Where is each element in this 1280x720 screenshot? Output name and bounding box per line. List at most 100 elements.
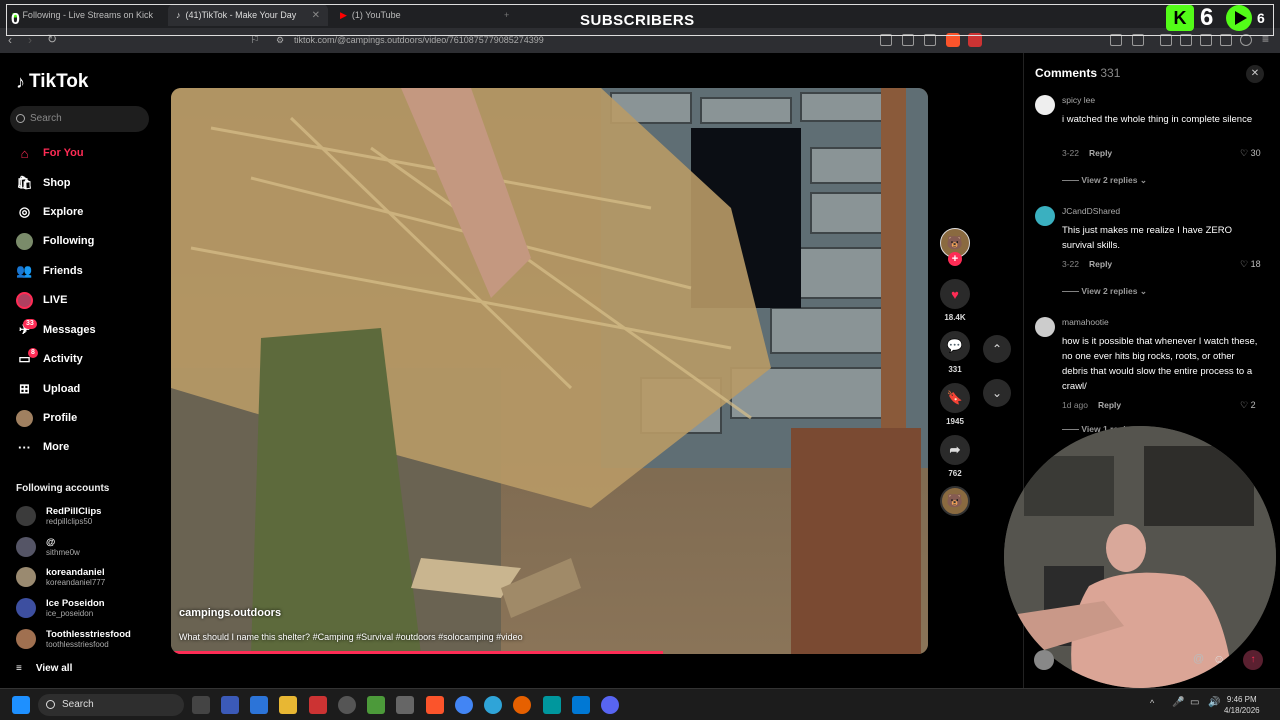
avatar [16, 567, 36, 587]
mention-icon[interactable]: @ [1193, 653, 1204, 665]
nav-activity[interactable]: ▭ Activity 8 [16, 348, 156, 370]
new-tab-button[interactable]: + [496, 4, 516, 26]
tray-chevron-icon[interactable]: ^ [1150, 698, 1154, 708]
app-icon[interactable] [309, 696, 327, 714]
download-icon[interactable] [1220, 34, 1232, 46]
app-icon[interactable] [396, 696, 414, 714]
video-author[interactable]: campings.outdoors [179, 607, 281, 619]
save-button[interactable]: 🔖 1945 [940, 383, 970, 426]
creator-avatar-button[interactable]: 🐻 + [940, 228, 970, 266]
emoji-icon[interactable]: ☺ [1213, 652, 1225, 666]
file-explorer-icon[interactable] [279, 696, 297, 714]
comment-like-button[interactable]: ♡ 2 [1240, 400, 1256, 411]
comment-user[interactable]: JCandDShared [1062, 206, 1120, 216]
avatar[interactable] [1035, 206, 1055, 226]
taskbar-search[interactable]: Search [38, 694, 184, 716]
app-icon[interactable] [250, 696, 268, 714]
reply-button[interactable]: Reply [1098, 400, 1121, 410]
previous-video-button[interactable]: ⌃ [983, 335, 1011, 363]
nav-for-you[interactable]: ⌂ For You [16, 142, 156, 164]
nav-friends[interactable]: 👥 Friends [16, 260, 156, 282]
app-icon[interactable] [221, 696, 239, 714]
tab-tiktok[interactable]: ♪ (41)TikTok - Make Your Day ✕ [168, 4, 328, 26]
url-field[interactable]: ⚙ tiktok.com/@campings.outdoors/video/76… [270, 32, 880, 49]
edge-icon[interactable] [484, 696, 502, 714]
video-progress-bar[interactable] [171, 651, 664, 654]
windows-start-icon[interactable] [12, 696, 30, 714]
microphone-icon[interactable]: 🎤 [1172, 697, 1184, 708]
brave-shield-icon[interactable] [946, 33, 960, 47]
account-item[interactable]: RedPillClips redpillclips50 [16, 503, 156, 529]
chrome-icon[interactable] [455, 696, 473, 714]
follow-plus-icon[interactable]: + [948, 252, 962, 266]
wallet-icon[interactable] [1132, 34, 1144, 46]
comment-button[interactable]: 💬 331 [940, 331, 970, 374]
comment-like-count: 30 [1250, 148, 1261, 158]
comment-like-button[interactable]: ♡ 18 [1240, 259, 1261, 270]
view-all-button[interactable]: ≡ View all [16, 663, 72, 674]
share-button[interactable]: ➦ 762 [940, 435, 970, 478]
avatar[interactable] [1035, 95, 1055, 115]
taskbar-clock[interactable]: 9:46 PM 4/18/2026 [1224, 694, 1260, 716]
like-button[interactable]: ♥ 18.4K [940, 279, 970, 322]
music-disc-button[interactable]: 🐻 [940, 486, 970, 520]
close-comments-button[interactable]: ✕ [1246, 65, 1264, 83]
puzzle-icon[interactable] [1110, 34, 1122, 46]
video-player[interactable]: campings.outdoors What should I name thi… [171, 88, 928, 654]
media-icon[interactable] [1160, 34, 1172, 46]
vpn-icon[interactable] [1240, 34, 1252, 46]
reload-icon[interactable]: ↻ [47, 32, 57, 46]
comment-like-button[interactable]: ♡ 30 [1240, 148, 1261, 159]
comment-user[interactable]: spicy lee [1062, 95, 1095, 105]
task-view-icon[interactable] [192, 696, 210, 714]
nav-upload[interactable]: ⊞ Upload [16, 378, 156, 400]
back-icon[interactable]: ‹ [8, 33, 12, 47]
app-icon[interactable] [367, 696, 385, 714]
tiktok-logo[interactable]: ♪ TikTok [16, 71, 88, 93]
extension-icon[interactable] [880, 34, 892, 46]
account-item[interactable]: Toothlesstriesfood toothlesstriesfood [16, 626, 156, 652]
forward-icon[interactable]: › [28, 33, 32, 47]
firefox-icon[interactable] [513, 696, 531, 714]
tab-youtube[interactable]: ▶ (1) YouTube [332, 4, 492, 26]
network-icon[interactable]: ▭ [1190, 697, 1199, 708]
comment-item: JCandDShared This just makes me realize … [1035, 206, 1275, 316]
brave-rewards-icon[interactable] [968, 33, 982, 47]
site-info-icon[interactable]: ⚙ [276, 32, 284, 49]
menu-icon[interactable]: ≡ [1262, 32, 1269, 46]
post-comment-button[interactable]: ↑ [1243, 650, 1263, 670]
nav-explore[interactable]: ◎ Explore [16, 201, 156, 223]
next-video-button[interactable]: ⌄ [983, 379, 1011, 407]
nav-live[interactable]: LIVE [16, 289, 156, 311]
vscode-icon[interactable] [572, 696, 590, 714]
screenshot-icon[interactable] [902, 34, 914, 46]
app-icon[interactable] [338, 696, 356, 714]
brave-icon[interactable] [426, 696, 444, 714]
arduino-icon[interactable] [543, 696, 561, 714]
account-item[interactable]: @ sithme0w [16, 534, 156, 560]
close-tab-icon[interactable]: ✕ [312, 10, 320, 21]
search-input[interactable]: Search [10, 106, 149, 132]
nav-following[interactable]: Following [16, 230, 156, 252]
view-replies-button[interactable]: —— View 2 replies ⌄ [1062, 286, 1147, 297]
volume-icon[interactable]: 🔊 [1208, 697, 1220, 708]
avatar[interactable] [1035, 317, 1055, 337]
following-accounts-heading: Following accounts [16, 483, 110, 494]
discord-icon[interactable] [601, 696, 619, 714]
comment-user[interactable]: mamahootie [1062, 317, 1109, 327]
account-item[interactable]: koreandaniel koreandaniel777 [16, 564, 156, 590]
reply-button[interactable]: Reply [1089, 148, 1112, 158]
nav-more[interactable]: ··· More [16, 436, 156, 458]
nav-shop[interactable]: 🛍 Shop [16, 172, 156, 194]
nav-label: LIVE [43, 294, 68, 306]
account-item[interactable]: Ice Poseidon ice_poseidon [16, 595, 156, 621]
bookmark-icon[interactable]: ⚐ [250, 33, 260, 46]
sidebar-toggle-icon[interactable] [1180, 34, 1192, 46]
reply-button[interactable]: Reply [1089, 259, 1112, 269]
share-icon[interactable] [924, 34, 936, 46]
nav-profile[interactable]: Profile [16, 407, 156, 429]
bookmarks-icon[interactable] [1200, 34, 1212, 46]
view-replies-button[interactable]: —— View 2 replies ⌄ [1062, 175, 1147, 186]
tab-kick[interactable]: ■ Following - Live Streams on Kick [4, 4, 166, 26]
nav-messages[interactable]: ✈ Messages 33 [16, 319, 156, 341]
